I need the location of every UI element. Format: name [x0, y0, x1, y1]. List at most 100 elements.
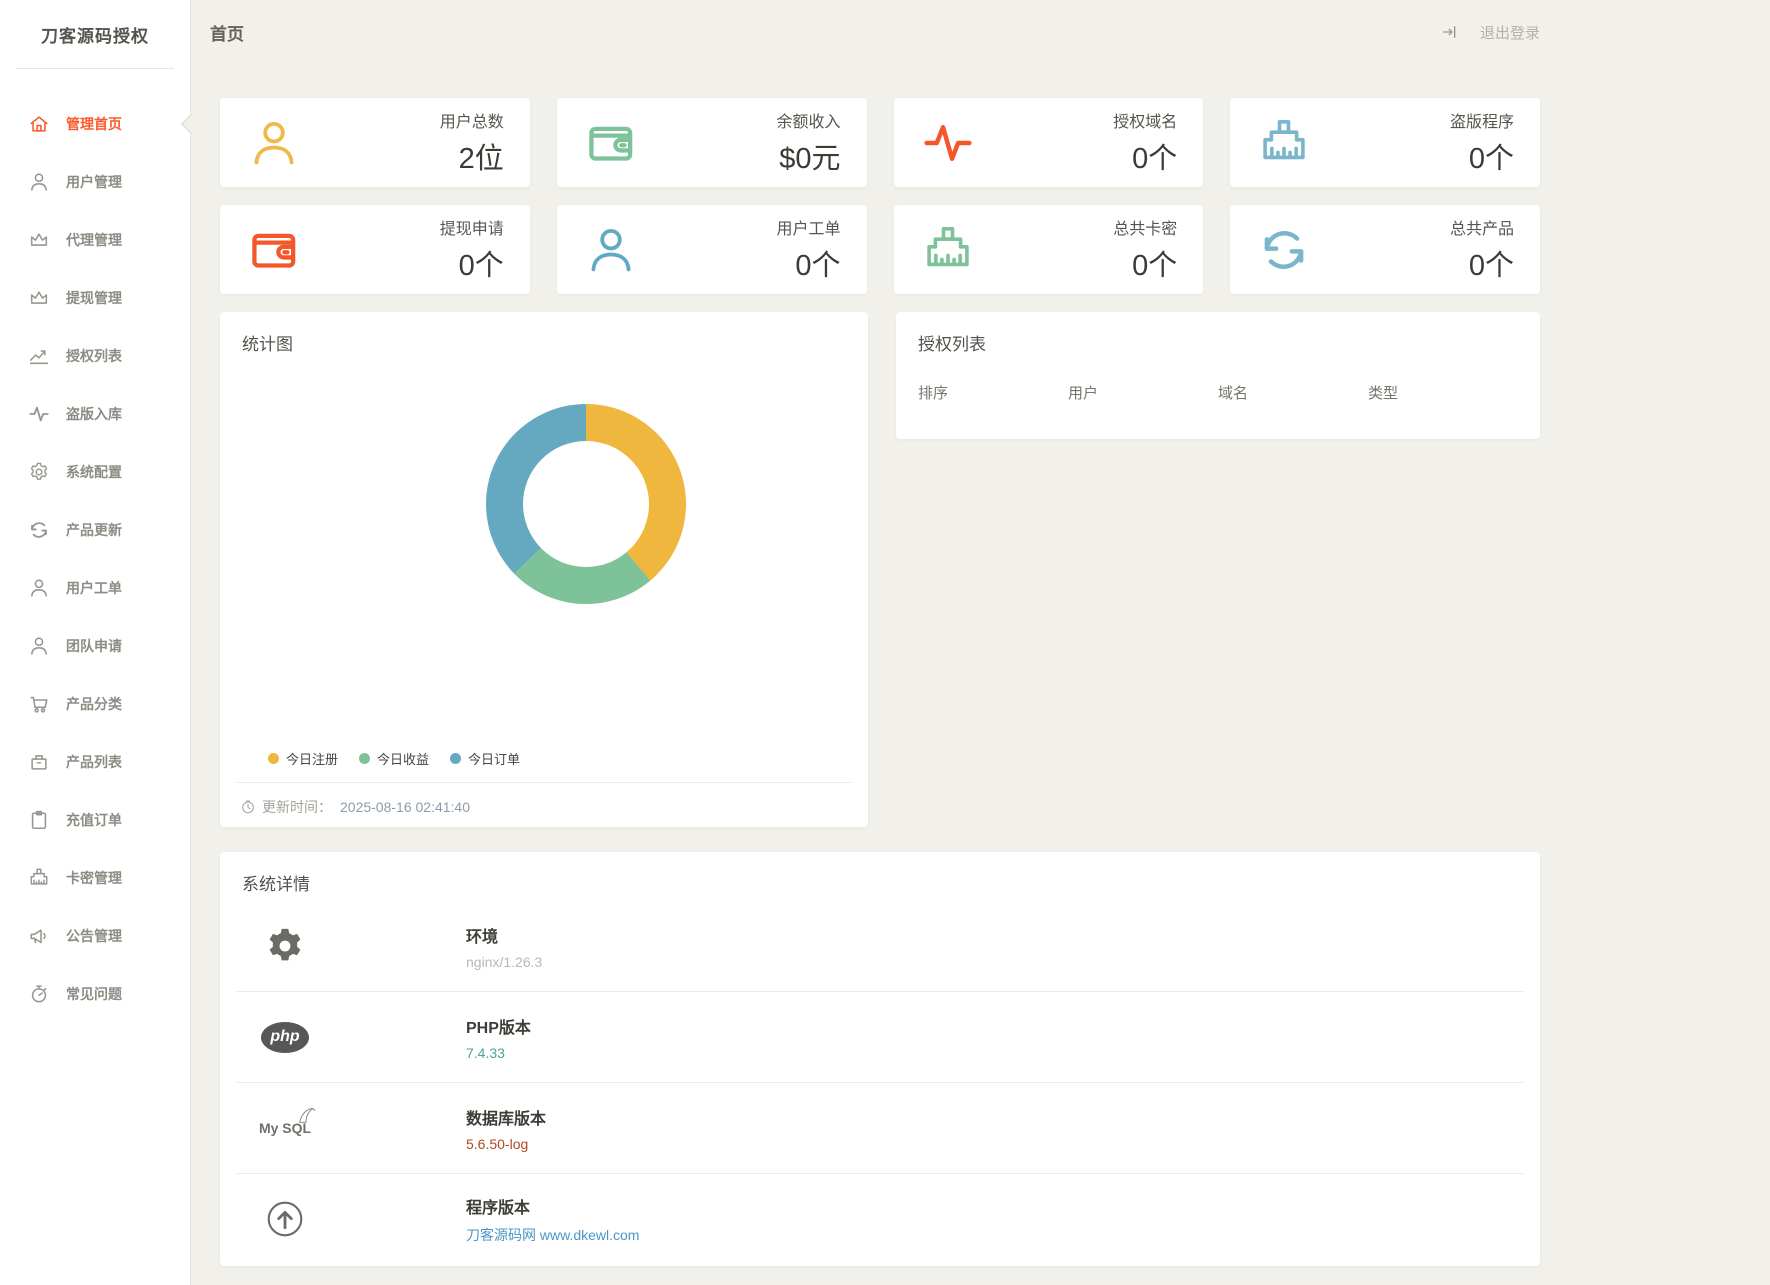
- stat-label: 用户工单: [776, 215, 840, 239]
- stat-value: $0元: [776, 135, 840, 177]
- sidebar-item-faq[interactable]: 常见问题: [0, 965, 190, 1023]
- php-badge-icon: php: [254, 1022, 316, 1053]
- sidebar-item-announcements[interactable]: 公告管理: [0, 907, 190, 965]
- gear-icon: [27, 460, 51, 484]
- sidebar-item-product-category[interactable]: 产品分类: [0, 675, 190, 733]
- chart-footer-divider: [236, 782, 852, 783]
- user-icon: [27, 634, 51, 658]
- auth-column-header: 域名: [1218, 382, 1368, 403]
- stat-value: 2位: [440, 135, 504, 177]
- sidebar-item-label: 充值订单: [66, 810, 122, 830]
- stat-card: 用户总数 2位: [220, 98, 530, 187]
- system-row-label: PHP版本: [466, 1014, 531, 1038]
- sidebar-item-label: 团队申请: [66, 636, 122, 656]
- wallet-icon: [583, 115, 639, 171]
- brush-icon: [920, 222, 976, 278]
- update-time-value: 2025-08-16 02:41:40: [340, 799, 470, 815]
- sidebar-item-agents[interactable]: 代理管理: [0, 211, 190, 269]
- sidebar-item-label: 系统配置: [66, 462, 122, 482]
- system-row-value: 7.4.33: [466, 1045, 531, 1061]
- sidebar-item-dashboard[interactable]: 管理首页: [0, 95, 190, 153]
- stat-card: 余额收入 $0元: [557, 98, 867, 187]
- clipboard-icon: [27, 808, 51, 832]
- system-row-label: 环境: [466, 923, 542, 947]
- stopwatch-icon: [27, 982, 51, 1006]
- stat-card: 总共产品 0个: [1230, 205, 1540, 294]
- stat-label: 用户总数: [440, 108, 504, 132]
- auth-list-title: 授权列表: [896, 312, 1540, 355]
- trend-icon: [27, 344, 51, 368]
- app-logo: 刀客源码授权: [16, 0, 174, 69]
- sidebar-item-label: 管理首页: [66, 114, 122, 134]
- stat-value: 0个: [1450, 135, 1514, 177]
- stat-label: 授权域名: [1113, 108, 1177, 132]
- system-row-label: 数据库版本: [466, 1105, 546, 1129]
- sidebar-item-auth-list[interactable]: 授权列表: [0, 327, 190, 385]
- auth-column-header: 用户: [1068, 382, 1218, 403]
- update-time-label: 更新时间：: [262, 797, 332, 817]
- sidebar-item-user-tickets[interactable]: 用户工单: [0, 559, 190, 617]
- auth-column-header: 排序: [918, 382, 1068, 403]
- auth-column-header: 类型: [1368, 382, 1518, 403]
- sidebar-item-card-keys[interactable]: 卡密管理: [0, 849, 190, 907]
- stat-label: 盗版程序: [1450, 108, 1514, 132]
- sidebar-item-product-list[interactable]: 产品列表: [0, 733, 190, 791]
- brush-icon: [27, 866, 51, 890]
- sidebar-item-team-apply[interactable]: 团队申请: [0, 617, 190, 675]
- legend-dot: [359, 753, 370, 764]
- sidebar-menu: 管理首页 用户管理 代理管理 提现管理 授权列表 盗版入库 系统配置 产品更新 …: [0, 69, 190, 1023]
- stat-value: 0个: [776, 242, 840, 284]
- box-icon: [27, 750, 51, 774]
- crown-icon: [27, 286, 51, 310]
- sidebar-item-withdraw[interactable]: 提现管理: [0, 269, 190, 327]
- program-version-link[interactable]: 刀客源码网 www.dkewl.com: [466, 1227, 639, 1243]
- system-row: 环境 nginx/1.26.3: [236, 901, 1524, 991]
- pulse-icon: [27, 402, 51, 426]
- legend-label: 今日注册: [286, 749, 338, 768]
- sidebar-item-label: 常见问题: [66, 984, 122, 1004]
- legend-item[interactable]: 今日收益: [359, 749, 429, 768]
- cart-icon: [27, 692, 51, 716]
- system-details-rows: 环境 nginx/1.26.3 php PHP版本 7.4.33 My SQL …: [236, 901, 1524, 1264]
- legend-item[interactable]: 今日注册: [268, 749, 338, 768]
- chart-update-time: 更新时间： 2025-08-16 02:41:40: [240, 797, 470, 817]
- sidebar-item-system-config[interactable]: 系统配置: [0, 443, 190, 501]
- sidebar-item-recharge-orders[interactable]: 充值订单: [0, 791, 190, 849]
- system-row-label: 程序版本: [466, 1194, 639, 1218]
- sidebar-item-product-update[interactable]: 产品更新: [0, 501, 190, 559]
- sidebar-item-label: 授权列表: [66, 346, 122, 366]
- megaphone-icon: [27, 924, 51, 948]
- auth-list-panel: 授权列表 排序用户域名类型: [896, 312, 1540, 439]
- stat-label: 总共卡密: [1113, 215, 1177, 239]
- stat-label: 总共产品: [1450, 215, 1514, 239]
- sidebar-item-label: 产品分类: [66, 694, 122, 714]
- sidebar-item-users[interactable]: 用户管理: [0, 153, 190, 211]
- stat-cards: 用户总数 2位 余额收入 $0元 授权域名 0个 盗版程序 0个 提现申请 0个: [220, 98, 1540, 294]
- upload-circle-icon: [254, 1198, 316, 1240]
- system-row: My SQL 数据库版本 5.6.50-log: [236, 1082, 1524, 1173]
- sidebar-item-label: 用户工单: [66, 578, 122, 598]
- sidebar-item-piracy[interactable]: 盗版入库: [0, 385, 190, 443]
- clock-icon: [240, 799, 256, 815]
- system-row: 程序版本 刀客源码网 www.dkewl.com: [236, 1173, 1524, 1264]
- sidebar-item-label: 卡密管理: [66, 868, 122, 888]
- chart-legend: 今日注册 今日收益 今日订单: [268, 749, 520, 768]
- stat-value: 0个: [1113, 242, 1177, 284]
- system-row-value: 5.6.50-log: [466, 1136, 546, 1152]
- system-details-panel: 系统详情 环境 nginx/1.26.3 php PHP版本 7.4.33 My…: [220, 852, 1540, 1266]
- sidebar: 刀客源码授权 管理首页 用户管理 代理管理 提现管理 授权列表 盗版入库 系统配…: [0, 0, 191, 1285]
- legend-item[interactable]: 今日订单: [450, 749, 520, 768]
- sidebar-item-label: 用户管理: [66, 172, 122, 192]
- logout-button[interactable]: 退出登录: [1438, 20, 1540, 44]
- sidebar-item-label: 产品更新: [66, 520, 122, 540]
- stat-card: 总共卡密 0个: [894, 205, 1204, 294]
- page-title: 首页: [210, 20, 244, 45]
- user-icon: [27, 170, 51, 194]
- logout-label: 退出登录: [1480, 22, 1540, 43]
- stat-card: 授权域名 0个: [894, 98, 1204, 187]
- main-area: 首页 退出登录 用户总数 2位 余额收入 $0元 授权域名 0个 盗版程序: [190, 0, 1770, 1285]
- statistics-panel: 统计图 今日注册 今日收益 今日订单 更新时间： 2025-08-16 02:4…: [220, 312, 868, 827]
- stat-value: 0个: [1113, 135, 1177, 177]
- legend-dot: [268, 753, 279, 764]
- content: 用户总数 2位 余额收入 $0元 授权域名 0个 盗版程序 0个 提现申请 0个: [190, 64, 1770, 1266]
